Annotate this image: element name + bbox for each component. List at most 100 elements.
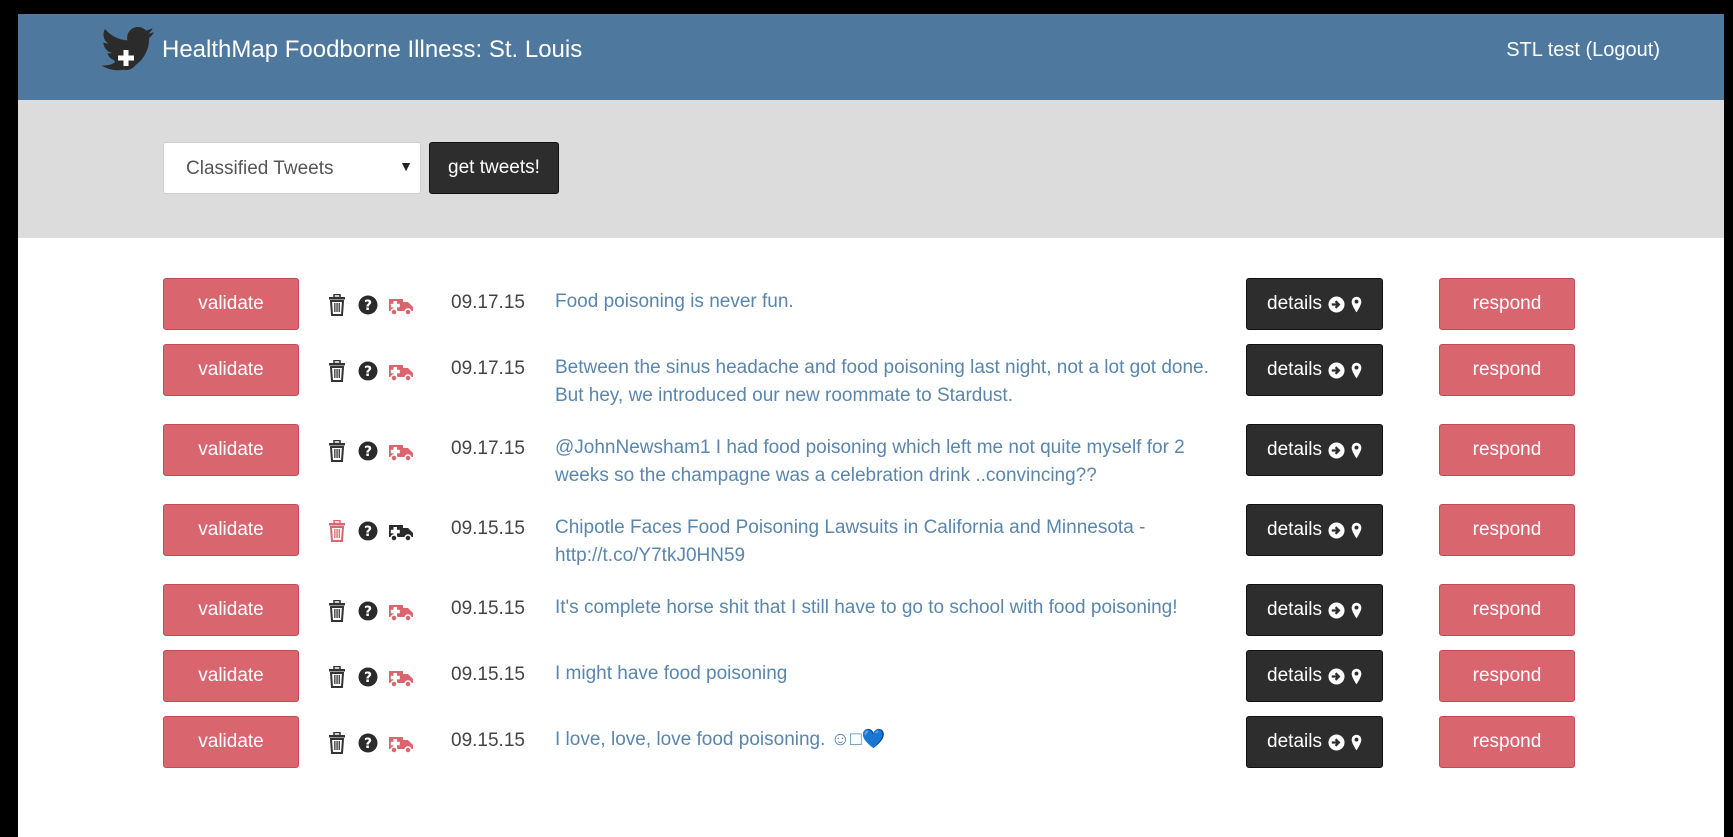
respond-button[interactable]: respond (1439, 504, 1575, 556)
details-button[interactable]: details (1246, 504, 1383, 556)
app-title: HealthMap Foodborne Illness: St. Louis (162, 36, 583, 63)
tweet-date: 09.15.15 (451, 664, 525, 685)
tweet-row: validate ? 09.15.15 I might have food poi… (18, 650, 1724, 710)
respond-button[interactable]: respond (1439, 424, 1575, 476)
trash-icon[interactable] (328, 360, 346, 382)
details-label: details (1267, 519, 1322, 540)
map-marker-icon (1351, 522, 1362, 538)
details-label: details (1267, 359, 1322, 380)
help-icon[interactable]: ? (358, 361, 378, 381)
trash-icon[interactable] (328, 520, 346, 542)
tweet-date: 09.17.15 (451, 292, 525, 313)
tweet-row: validate ? 09.17.15 @JohnNewsham1 I had f… (18, 424, 1724, 486)
svg-text:?: ? (364, 736, 372, 752)
help-icon[interactable]: ? (358, 521, 378, 541)
details-label: details (1267, 599, 1322, 620)
arrow-circle-right-icon (1328, 521, 1345, 539)
respond-button[interactable]: respond (1439, 278, 1575, 330)
tweet-text[interactable]: Food poisoning is never fun. (555, 288, 1220, 316)
respond-button[interactable]: respond (1439, 650, 1575, 702)
arrow-circle-right-icon (1328, 667, 1345, 685)
arrow-circle-right-icon (1328, 361, 1345, 379)
tweet-row: validate ? 09.15.15 It's complete horse s… (18, 584, 1724, 644)
tweet-row: validate ? 09.15.15 I love, love, love fo… (18, 716, 1724, 776)
logout-link[interactable]: STL test (Logout) (1506, 39, 1660, 62)
ambulance-icon[interactable] (388, 666, 414, 688)
trash-icon[interactable] (328, 600, 346, 622)
map-marker-icon (1351, 296, 1362, 312)
ambulance-icon[interactable] (388, 294, 414, 316)
map-marker-icon (1351, 362, 1362, 378)
svg-text:?: ? (364, 364, 372, 380)
arrow-circle-right-icon (1328, 733, 1345, 751)
help-icon[interactable]: ? (358, 295, 378, 315)
arrow-circle-right-icon (1328, 601, 1345, 619)
help-icon[interactable]: ? (358, 601, 378, 621)
select-value: Classified Tweets (186, 158, 334, 179)
tweet-date: 09.17.15 (451, 438, 525, 459)
details-label: details (1267, 731, 1322, 752)
get-tweets-button[interactable]: get tweets! (429, 142, 559, 194)
trash-icon[interactable] (328, 294, 346, 316)
tweet-text[interactable]: Chipotle Faces Food Poisoning Lawsuits i… (555, 514, 1220, 570)
svg-text:?: ? (364, 670, 372, 686)
arrow-circle-right-icon (1328, 441, 1345, 459)
trash-icon[interactable] (328, 440, 346, 462)
respond-button[interactable]: respond (1439, 584, 1575, 636)
filter-bar: Classified Tweets ▼ get tweets! (18, 100, 1724, 238)
respond-button[interactable]: respond (1439, 344, 1575, 396)
help-icon[interactable]: ? (358, 733, 378, 753)
trash-icon[interactable] (328, 732, 346, 754)
details-label: details (1267, 439, 1322, 460)
details-button[interactable]: details (1246, 716, 1383, 768)
tweet-row: validate ? 09.17.15 Between the sinus hea… (18, 344, 1724, 406)
ambulance-icon[interactable] (388, 440, 414, 462)
trash-icon[interactable] (328, 666, 346, 688)
ambulance-icon[interactable] (388, 360, 414, 382)
tweet-date: 09.15.15 (451, 730, 525, 751)
chevron-down-icon: ▼ (399, 158, 413, 174)
tweet-text[interactable]: I might have food poisoning (555, 660, 1220, 688)
twitter-bird-plus-logo (101, 27, 154, 71)
validate-button[interactable]: validate (163, 344, 299, 396)
map-marker-icon (1351, 668, 1362, 684)
details-label: details (1267, 293, 1322, 314)
tweet-list: validate ? 09.17.15 Food poisoning is nev… (18, 238, 1724, 837)
validate-button[interactable]: validate (163, 504, 299, 556)
tweet-date: 09.17.15 (451, 358, 525, 379)
svg-text:?: ? (364, 298, 372, 314)
validate-button[interactable]: validate (163, 584, 299, 636)
tweet-text[interactable]: @JohnNewsham1 I had food poisoning which… (555, 434, 1220, 490)
ambulance-icon[interactable] (388, 600, 414, 622)
details-label: details (1267, 665, 1322, 686)
tweet-text[interactable]: Between the sinus headache and food pois… (555, 354, 1220, 410)
svg-text:?: ? (364, 444, 372, 460)
tweet-text[interactable]: I love, love, love food poisoning. ☺︎□💙 (555, 726, 1220, 754)
details-button[interactable]: details (1246, 584, 1383, 636)
tweet-row: validate ? 09.17.15 Food poisoning is nev… (18, 278, 1724, 338)
tweet-date: 09.15.15 (451, 598, 525, 619)
tweet-date: 09.15.15 (451, 518, 525, 539)
ambulance-icon[interactable] (388, 520, 414, 542)
validate-button[interactable]: validate (163, 716, 299, 768)
details-button[interactable]: details (1246, 424, 1383, 476)
tweet-row: validate ? 09.15.15 Chipotle Faces Food P… (18, 504, 1724, 566)
map-marker-icon (1351, 734, 1362, 750)
tweet-text[interactable]: It's complete horse shit that I still ha… (555, 594, 1220, 622)
help-icon[interactable]: ? (358, 667, 378, 687)
map-marker-icon (1351, 602, 1362, 618)
arrow-circle-right-icon (1328, 295, 1345, 313)
respond-button[interactable]: respond (1439, 716, 1575, 768)
app-window: HealthMap Foodborne Illness: St. Louis S… (18, 14, 1724, 837)
svg-text:?: ? (364, 524, 372, 540)
details-button[interactable]: details (1246, 278, 1383, 330)
svg-text:?: ? (364, 604, 372, 620)
ambulance-icon[interactable] (388, 732, 414, 754)
validate-button[interactable]: validate (163, 278, 299, 330)
tweet-type-select[interactable]: Classified Tweets ▼ (163, 142, 421, 194)
details-button[interactable]: details (1246, 650, 1383, 702)
validate-button[interactable]: validate (163, 424, 299, 476)
details-button[interactable]: details (1246, 344, 1383, 396)
help-icon[interactable]: ? (358, 441, 378, 461)
validate-button[interactable]: validate (163, 650, 299, 702)
